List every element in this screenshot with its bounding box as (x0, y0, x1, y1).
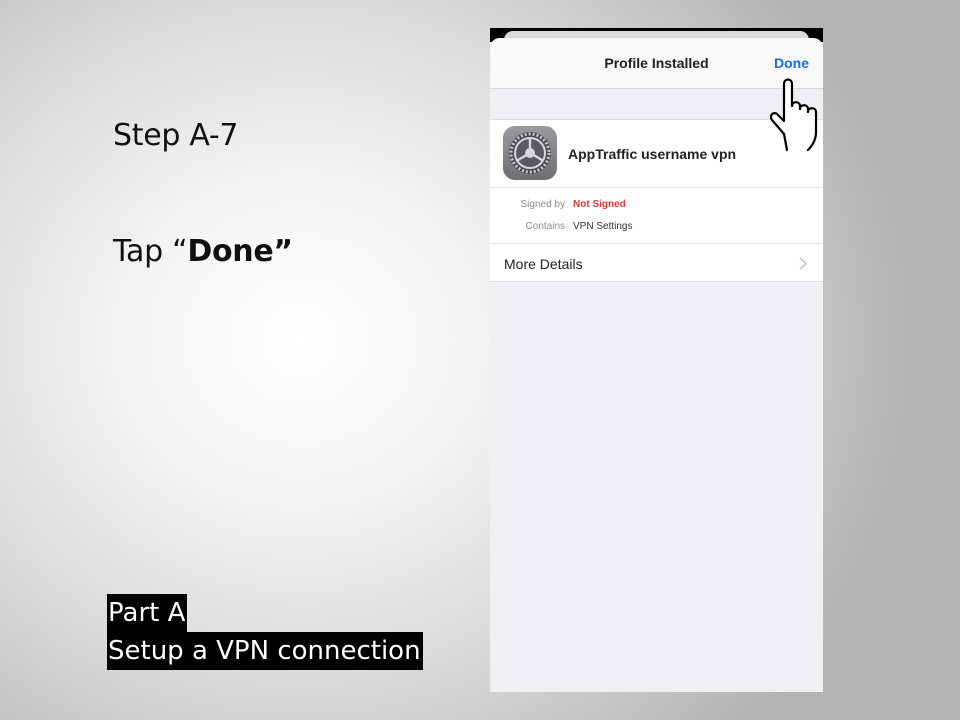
instruction-prefix: Tap “ (113, 234, 188, 269)
more-details-label: More Details (504, 256, 583, 272)
more-details-row[interactable]: More Details (490, 243, 823, 282)
part-label: Part A (107, 594, 188, 632)
instruction-done-emphasis: Done” (187, 234, 293, 269)
done-button[interactable]: Done (774, 55, 809, 71)
chevron-right-icon (799, 257, 807, 270)
settings-gear-icon (503, 126, 557, 180)
part-subtitle: Setup a VPN connection (107, 632, 423, 670)
instruction-text: Tap “Done” (113, 234, 293, 269)
tap-hand-icon (769, 78, 818, 152)
contains-value: VPN Settings (573, 221, 633, 232)
signed-by-label: Signed by (520, 199, 565, 210)
profile-name: AppTraffic username vpn (568, 146, 737, 162)
contains-label: Contains (525, 221, 565, 232)
signed-by-value: Not Signed (573, 199, 626, 210)
step-title: Step A-7 (113, 118, 239, 153)
